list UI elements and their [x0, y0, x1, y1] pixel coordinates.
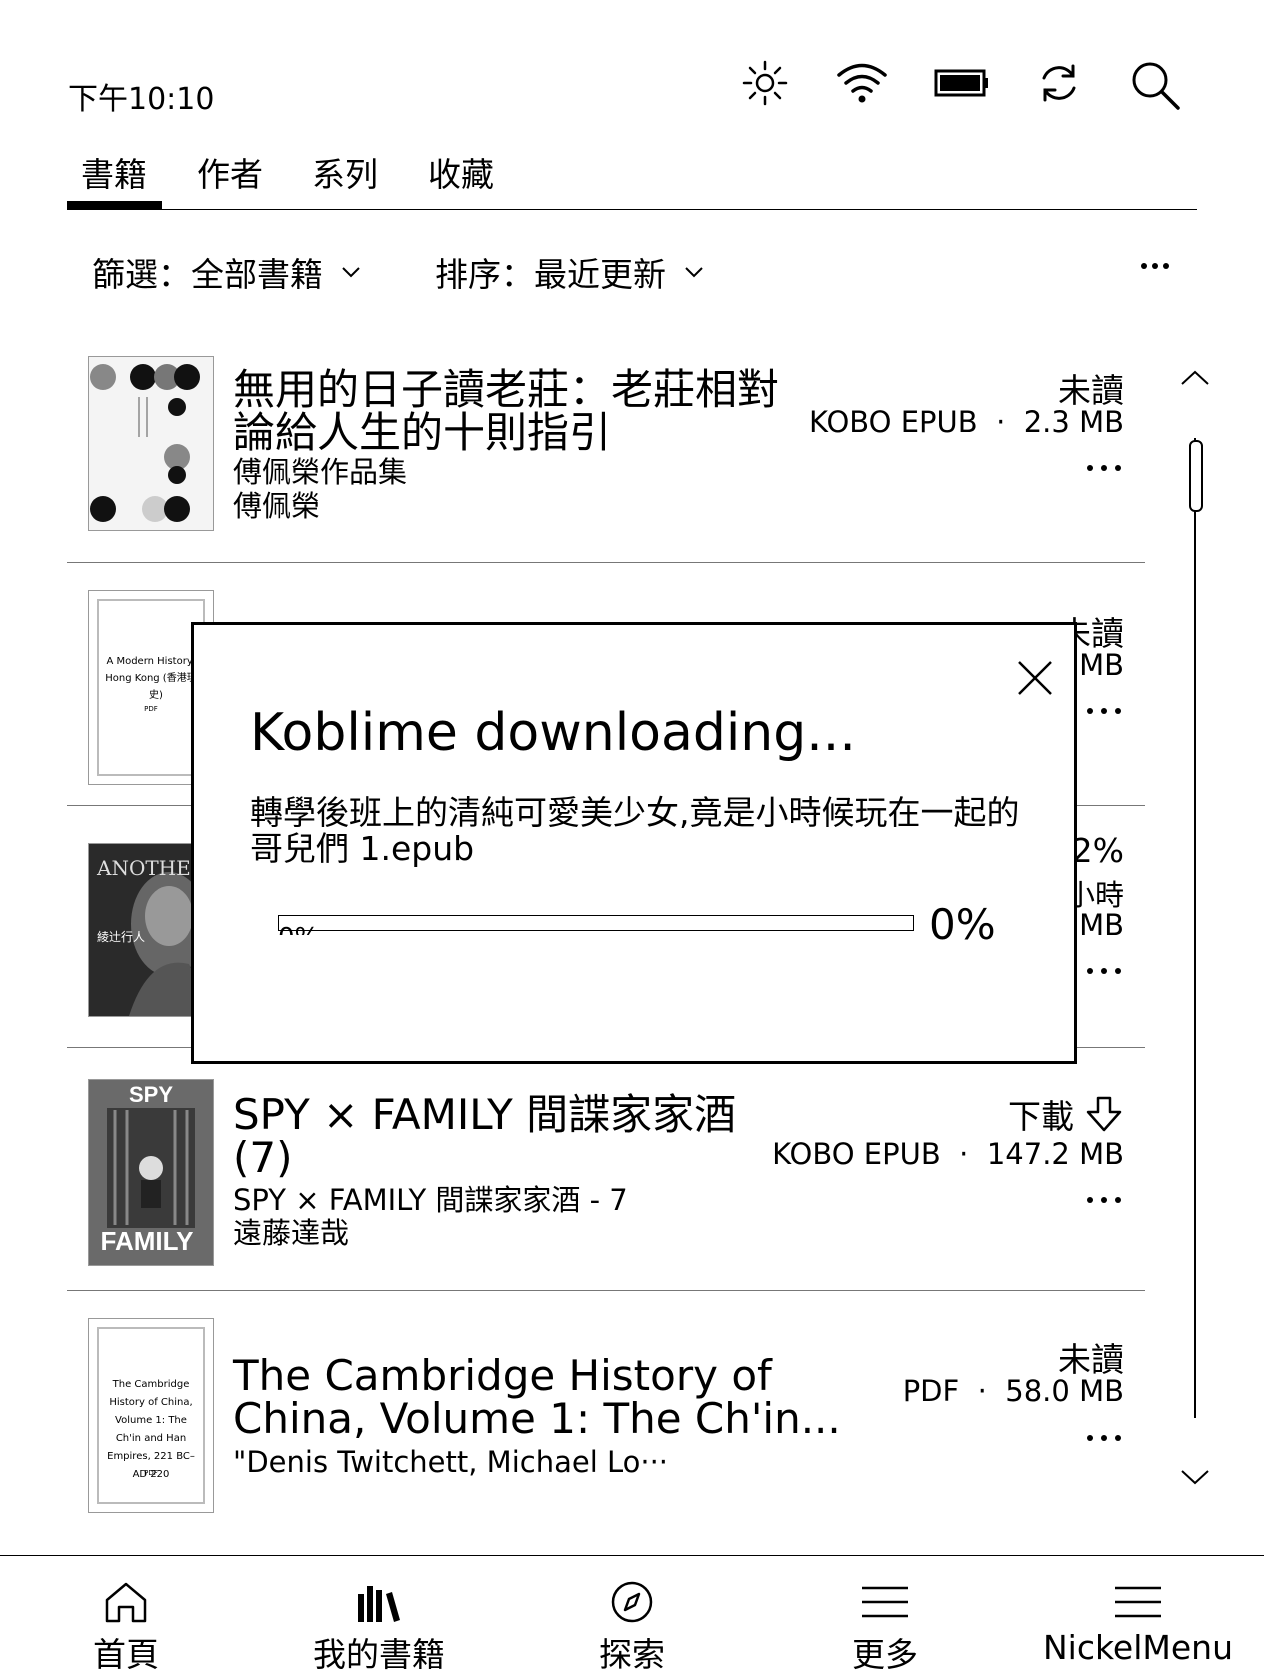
- book-menu-icon[interactable]: [1086, 464, 1122, 472]
- download-dialog: Koblime downloading... 轉學後班上的清純可愛美少女,竟是小…: [191, 622, 1077, 1064]
- chevron-down-icon: [685, 267, 703, 278]
- svg-text:FAMILY: FAMILY: [101, 1226, 194, 1256]
- more-options-icon[interactable]: [1140, 262, 1170, 270]
- download-icon: [1086, 1096, 1122, 1132]
- tab-books[interactable]: 書籍: [81, 148, 147, 196]
- book-menu-icon[interactable]: [1086, 967, 1122, 975]
- cover-author: 綾辻行人: [97, 930, 146, 944]
- brightness-icon[interactable]: [740, 58, 790, 108]
- row-divider: [67, 562, 1145, 563]
- cover-tag: PDF: [144, 1469, 158, 1477]
- scrollbar-thumb[interactable]: [1189, 440, 1203, 512]
- title-line: China, Volume 1: The Ch'in...: [233, 1394, 841, 1443]
- book-menu-icon[interactable]: [1086, 707, 1122, 715]
- nav-label: 首頁: [93, 1635, 159, 1674]
- filter-label: 篩選：全部書籍: [92, 255, 323, 294]
- download-button[interactable]: 下載: [1008, 1090, 1124, 1138]
- cover-art: [90, 364, 200, 522]
- tabs-divider: [67, 209, 1197, 210]
- filter-dropdown[interactable]: 篩選：全部書籍: [92, 248, 365, 296]
- search-icon[interactable]: [1128, 58, 1182, 112]
- book-title[interactable]: SPY × FAMILY 間諜家家酒 (7): [233, 1093, 736, 1179]
- progress-bar: [278, 915, 914, 931]
- chevron-down-icon: [342, 267, 360, 278]
- tab-authors[interactable]: 作者: [197, 148, 263, 196]
- menu-icon: [862, 1586, 908, 1618]
- nav-nickelmenu[interactable]: NickelMenu: [1038, 1580, 1238, 1667]
- progress-percent: 0%: [929, 900, 996, 949]
- menu-icon: [1115, 1586, 1161, 1618]
- title-line: The Cambridge History of: [233, 1351, 772, 1400]
- nav-home[interactable]: 首頁: [26, 1580, 226, 1676]
- book-meta: KOBO EPUB · 147.2 MB: [772, 1137, 1124, 1171]
- book-size: MB: [1079, 908, 1124, 942]
- sort-dropdown[interactable]: 排序：最近更新: [435, 248, 708, 296]
- nav-label: 我的書籍: [313, 1635, 445, 1674]
- cover-art: SPY FAMILY: [89, 1080, 213, 1265]
- title-line: 無用的日子讀老莊：老莊相對: [233, 365, 780, 414]
- book-series: 傅佩榮作品集: [233, 455, 408, 489]
- book-menu-icon[interactable]: [1086, 1196, 1122, 1204]
- title-line: (7): [233, 1133, 293, 1182]
- nav-my-books[interactable]: 我的書籍: [279, 1580, 479, 1676]
- book-title[interactable]: The Cambridge History of China, Volume 1…: [233, 1354, 841, 1440]
- title-line: SPY × FAMILY 間諜家家酒: [233, 1090, 737, 1139]
- progress-bar-label: 0%: [278, 925, 348, 935]
- book-cover[interactable]: The Cambridge History of China, Volume 1…: [88, 1318, 214, 1513]
- book-author: 傅佩榮: [233, 489, 321, 523]
- reading-progress: 2%: [1071, 831, 1124, 870]
- nav-label: 更多: [852, 1635, 918, 1674]
- nav-discover[interactable]: 探索: [532, 1580, 732, 1676]
- battery-icon[interactable]: [932, 58, 992, 108]
- scrollbar-track[interactable]: [1194, 438, 1196, 1418]
- nav-label: 探索: [599, 1635, 665, 1674]
- dialog-message: 轉學後班上的清純可愛美少女,竟是小時候玩在一起的哥兒們 1.epub: [250, 793, 1020, 868]
- download-label: 下載: [1008, 1097, 1074, 1136]
- home-icon: [105, 1582, 147, 1623]
- book-title[interactable]: 無用的日子讀老莊：老莊相對 論給人生的十則指引: [233, 368, 779, 454]
- close-icon[interactable]: [1016, 659, 1054, 697]
- book-cover[interactable]: [88, 356, 214, 531]
- clock: 下午10:10: [68, 82, 215, 117]
- book-menu-icon[interactable]: [1086, 1434, 1122, 1442]
- cover-text: ANOTHER: [97, 856, 206, 880]
- book-author: "Denis Twitchett, Michael Lo···: [233, 1445, 669, 1479]
- bottom-nav-divider: [0, 1555, 1264, 1556]
- active-tab-indicator: [67, 201, 162, 209]
- nav-more[interactable]: 更多: [785, 1580, 985, 1676]
- compass-icon: [611, 1581, 653, 1623]
- nav-label: NickelMenu: [1042, 1628, 1233, 1667]
- book-size: MB: [1079, 648, 1124, 682]
- book-series: SPY × FAMILY 間諜家家酒 - 7: [233, 1183, 628, 1217]
- tab-collections[interactable]: 收藏: [428, 148, 494, 196]
- library-icon: [358, 1586, 400, 1622]
- sync-icon[interactable]: [1034, 58, 1084, 108]
- title-line: 論給人生的十則指引: [233, 408, 612, 457]
- scroll-down-icon[interactable]: [1178, 1465, 1212, 1489]
- book-meta: KOBO EPUB · 2.3 MB: [809, 405, 1124, 439]
- scroll-up-icon[interactable]: [1178, 366, 1212, 390]
- dialog-title: Koblime downloading...: [250, 703, 856, 763]
- svg-text:SPY: SPY: [129, 1082, 173, 1107]
- cover-text: The Cambridge History of China, Volume 1…: [107, 1379, 195, 1480]
- tab-series[interactable]: 系列: [312, 148, 378, 196]
- wifi-icon[interactable]: [835, 58, 889, 108]
- book-cover[interactable]: SPY FAMILY: [88, 1079, 214, 1266]
- book-meta: PDF · 58.0 MB: [902, 1374, 1124, 1408]
- sort-label: 排序：最近更新: [435, 255, 666, 294]
- book-author: 遠藤達哉: [233, 1216, 350, 1250]
- row-divider: [67, 1290, 1145, 1291]
